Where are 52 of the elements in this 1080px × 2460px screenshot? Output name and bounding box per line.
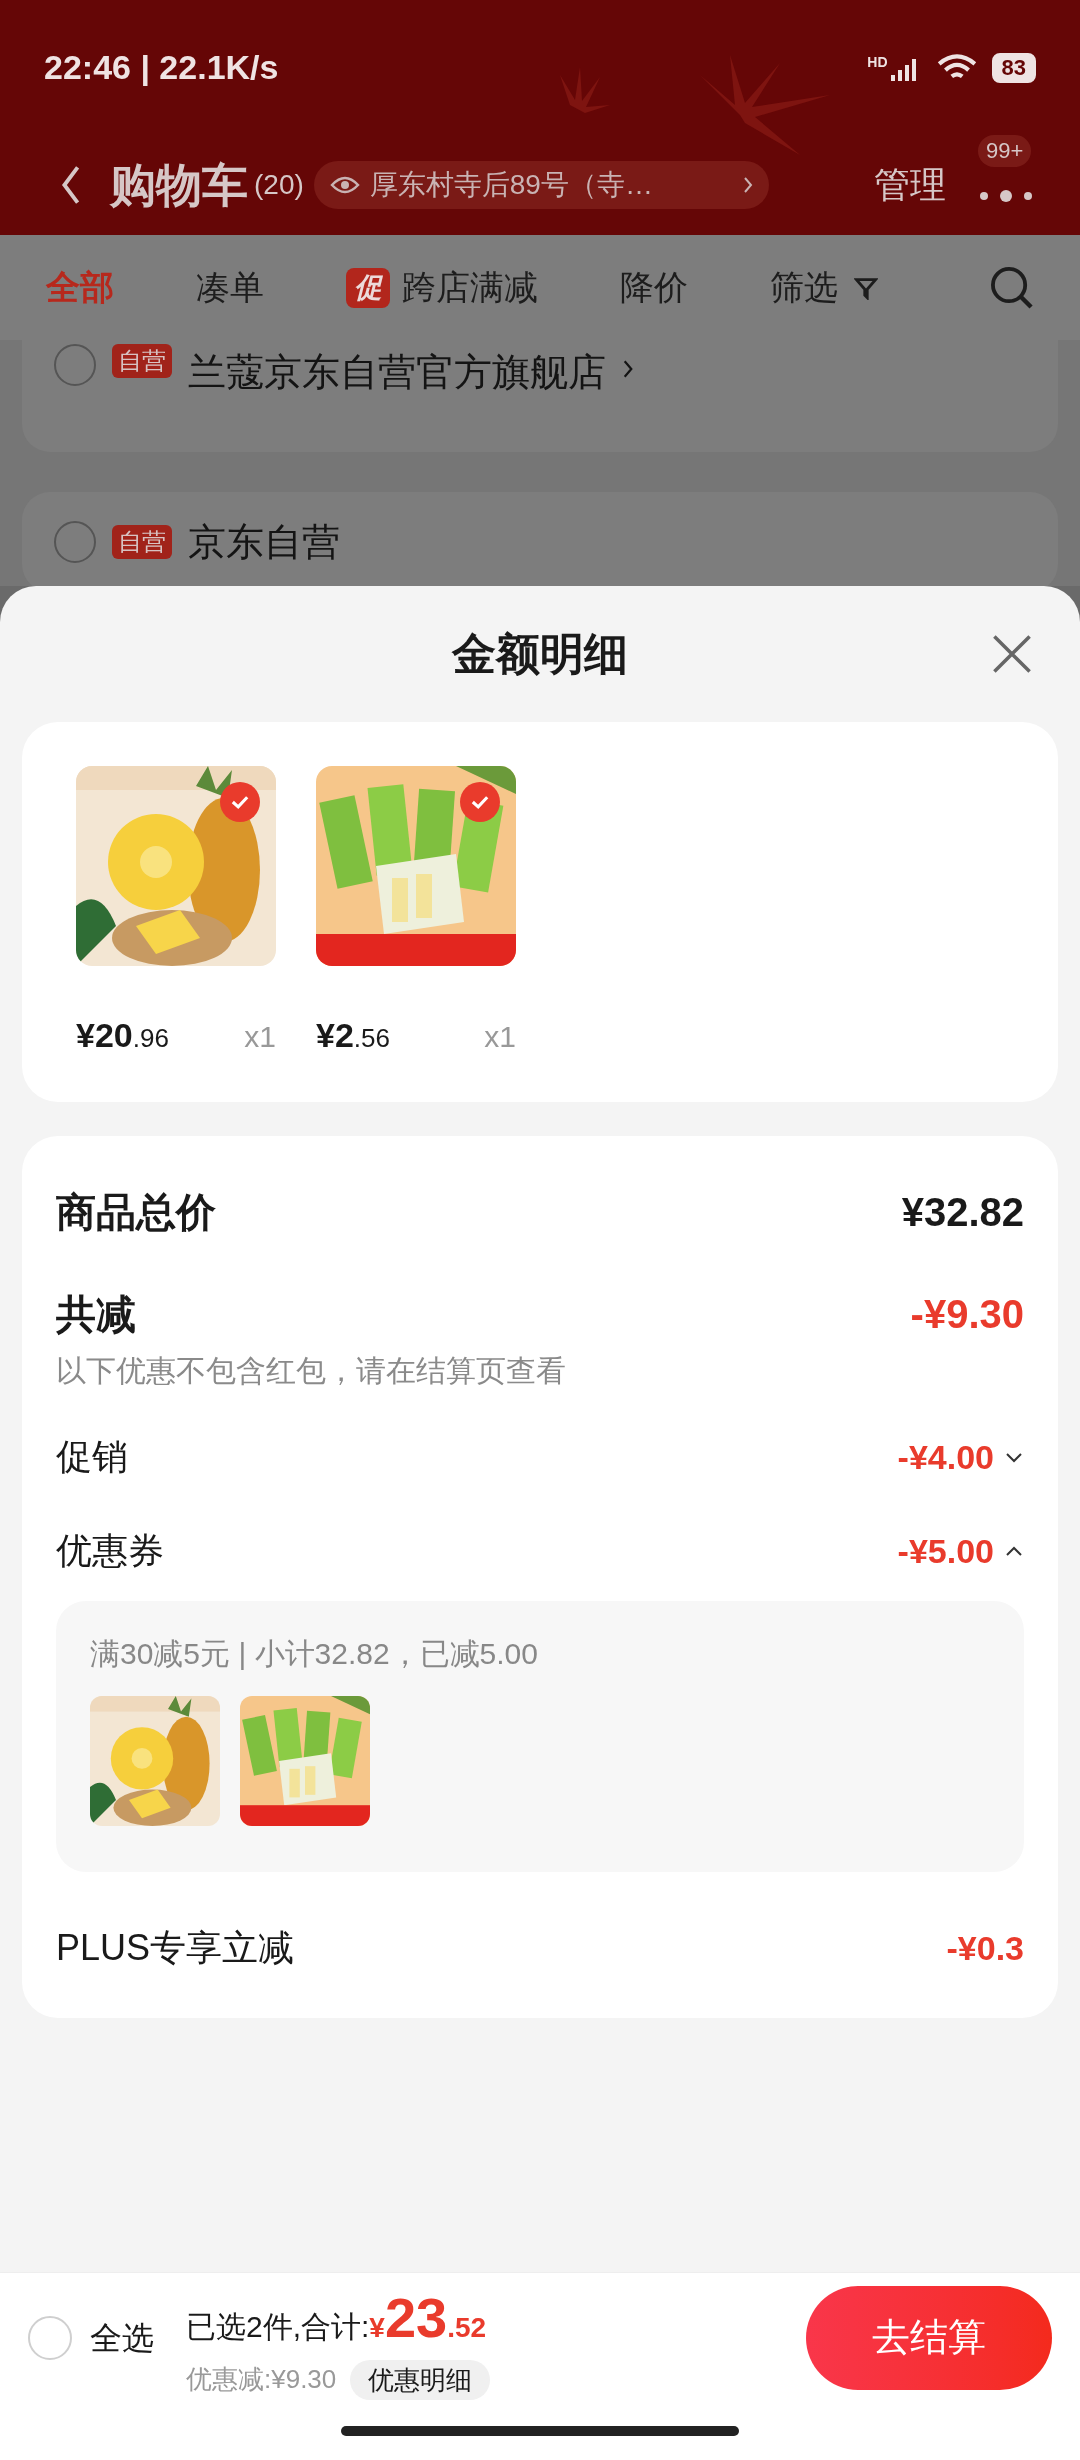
chevron-down-icon[interactable] [1004,1451,1024,1463]
status-time: 22:46 | 22.1K/s [44,47,279,88]
discount-label: 优惠券 [56,1529,164,1573]
notification-badge: 99+ [978,135,1032,167]
manage-button[interactable]: 管理 [874,158,946,212]
filter-tab[interactable]: 跨店满减 [402,262,538,313]
total-amount: ¥32.82 [901,1189,1024,1236]
battery-indicator: 83 [991,52,1036,83]
chevron-right-icon [622,358,634,380]
address-pill[interactable]: 厚东村寺后89号（寺… [313,161,769,209]
store-badge: 自营 [112,344,172,378]
product-price: ¥20.96 [76,1015,169,1056]
page-title: 购物车 [110,157,248,213]
network-label: HD [867,54,888,69]
checkbox[interactable] [28,2315,72,2360]
discount-amount: -¥4.00 [897,1436,994,1478]
discount-details-button[interactable]: 优惠明细 [350,2359,491,2400]
reduction-note: 以下优惠不包含红包，请在结算页查看 [56,1353,567,1389]
eye-icon [329,175,360,195]
discount-label: 促销 [56,1435,128,1479]
store-badge: 自营 [112,525,172,559]
sheet-title: 金额明细 [452,628,628,680]
search-icon[interactable] [990,265,1034,310]
reduction-amount: -¥9.30 [910,1291,1024,1338]
filter-tab[interactable]: 凑单 [196,262,264,313]
product-price: ¥2.56 [316,1015,390,1056]
store-checkbox[interactable] [54,521,96,563]
store-checkbox[interactable] [54,344,96,386]
discount-amount: -¥5.00 [897,1530,994,1572]
store-name[interactable]: 京东自营 [188,513,340,571]
filter-icon[interactable] [854,275,878,300]
address-text: 厚东村寺后89号（寺… [369,168,653,202]
filter-tab[interactable]: 降价 [620,262,688,313]
store-name[interactable]: 兰蔻京东自营官方旗舰店 [188,344,606,401]
selection-summary: 已选2件,合计: [186,2308,370,2345]
discount-label: PLUS专享立减 [56,1926,295,1970]
total-price: ¥23.52 [369,2284,487,2351]
cart-count: (20) [254,168,304,202]
product-quantity: x1 [244,1019,276,1055]
total-label: 商品总价 [56,1189,216,1236]
chevron-right-icon [742,175,753,195]
select-all-label[interactable]: 全选 [90,2313,154,2362]
close-icon[interactable] [990,632,1034,676]
savings-text: 优惠减:¥9.30 [186,2363,337,2396]
checkout-button[interactable]: 去结算 [806,2285,1052,2390]
coupon-detail-text: 满30减5元 | 小计32.82，已减5.00 [90,1636,539,1672]
discount-amount: -¥0.3 [946,1927,1024,1969]
filter-tab[interactable]: 筛选 [770,262,838,313]
product-quantity: x1 [484,1019,516,1055]
promo-badge: 促 [346,267,390,308]
reduction-label: 共减 [56,1291,136,1338]
chevron-up-icon[interactable] [1004,1545,1024,1557]
